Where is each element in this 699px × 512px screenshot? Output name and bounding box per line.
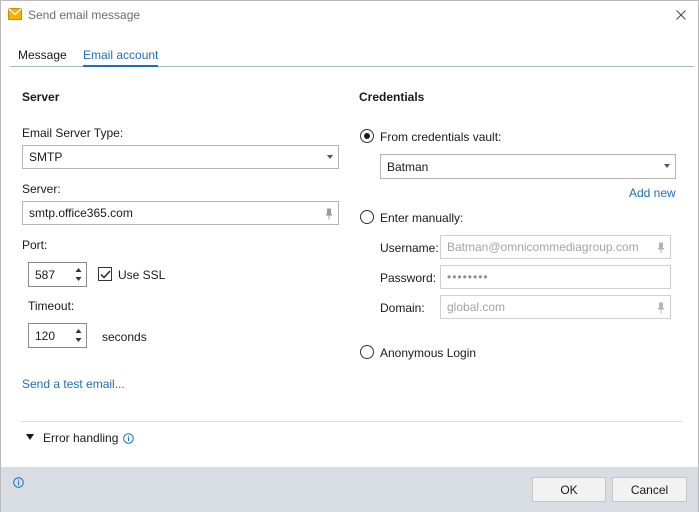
cancel-button[interactable]: Cancel bbox=[612, 477, 687, 502]
error-handling-toggle[interactable]: Error handling bbox=[43, 431, 118, 445]
stepper-arrows-icon[interactable] bbox=[75, 266, 82, 283]
email-server-type-value: SMTP bbox=[29, 150, 63, 164]
enter-manually-label: Enter manually: bbox=[380, 211, 464, 225]
envelope-icon bbox=[8, 8, 22, 20]
tab-bar: Message Email account bbox=[10, 47, 694, 67]
password-input[interactable]: •••••••• bbox=[440, 265, 671, 289]
port-label: Port: bbox=[22, 238, 48, 252]
tab-message[interactable]: Message bbox=[18, 48, 67, 67]
timeout-unit-label: seconds bbox=[102, 330, 147, 344]
domain-value: global.com bbox=[447, 300, 506, 314]
dialog-window: Send email message Message Email account… bbox=[0, 0, 699, 512]
window-title: Send email message bbox=[28, 8, 141, 22]
use-ssl-checkbox[interactable] bbox=[98, 267, 112, 281]
port-stepper[interactable]: 587 bbox=[28, 262, 87, 287]
domain-label: Domain: bbox=[380, 301, 425, 315]
triangle-down-icon[interactable] bbox=[26, 434, 34, 440]
info-icon[interactable] bbox=[13, 477, 24, 488]
info-icon[interactable] bbox=[123, 433, 134, 444]
use-ssl-label: Use SSL bbox=[118, 268, 166, 282]
credentials-vault-label: From credentials vault: bbox=[380, 130, 502, 144]
timeout-value: 120 bbox=[35, 328, 56, 343]
tab-email-account[interactable]: Email account bbox=[83, 48, 159, 67]
dialog-footer: OK Cancel bbox=[1, 467, 698, 512]
enter-manually-radio[interactable] bbox=[360, 210, 374, 224]
pin-icon[interactable] bbox=[657, 302, 665, 314]
pin-icon[interactable] bbox=[657, 242, 665, 254]
credentials-vault-radio[interactable] bbox=[360, 129, 374, 143]
credentials-section-title: Credentials bbox=[359, 90, 425, 104]
stepper-arrows-icon[interactable] bbox=[75, 327, 82, 344]
server-label: Server: bbox=[22, 182, 61, 196]
server-section-title: Server bbox=[22, 90, 60, 104]
port-value: 587 bbox=[35, 267, 56, 282]
send-test-email-link[interactable]: Send a test email... bbox=[22, 377, 125, 391]
server-input[interactable]: smtp.office365.com bbox=[22, 201, 339, 225]
domain-input[interactable]: global.com bbox=[440, 295, 671, 319]
username-label: Username: bbox=[380, 241, 439, 255]
checkmark-icon bbox=[100, 270, 111, 279]
pin-icon[interactable] bbox=[325, 208, 333, 220]
username-value: Batman@omnicommediagroup.com bbox=[447, 240, 639, 254]
chevron-down-icon bbox=[664, 164, 670, 168]
password-value: •••••••• bbox=[447, 270, 489, 284]
chevron-down-icon bbox=[327, 155, 333, 159]
email-server-type-label: Email Server Type: bbox=[22, 126, 124, 140]
credentials-vault-value: Batman bbox=[387, 159, 429, 174]
username-input[interactable]: Batman@omnicommediagroup.com bbox=[440, 235, 671, 259]
timeout-stepper[interactable]: 120 bbox=[28, 323, 87, 348]
credentials-vault-select[interactable]: Batman bbox=[380, 154, 676, 179]
server-value: smtp.office365.com bbox=[29, 206, 133, 220]
email-server-type-select[interactable]: SMTP bbox=[22, 145, 339, 169]
anonymous-login-radio[interactable] bbox=[360, 345, 374, 359]
section-divider bbox=[21, 421, 682, 422]
title-bar: Send email message bbox=[1, 1, 698, 29]
anonymous-login-label: Anonymous Login bbox=[380, 346, 477, 360]
close-button[interactable] bbox=[669, 4, 693, 26]
timeout-label: Timeout: bbox=[28, 299, 75, 313]
ok-button[interactable]: OK bbox=[532, 477, 606, 502]
add-new-link[interactable]: Add new bbox=[629, 186, 676, 200]
password-label: Password: bbox=[380, 271, 437, 285]
close-icon bbox=[676, 10, 686, 20]
